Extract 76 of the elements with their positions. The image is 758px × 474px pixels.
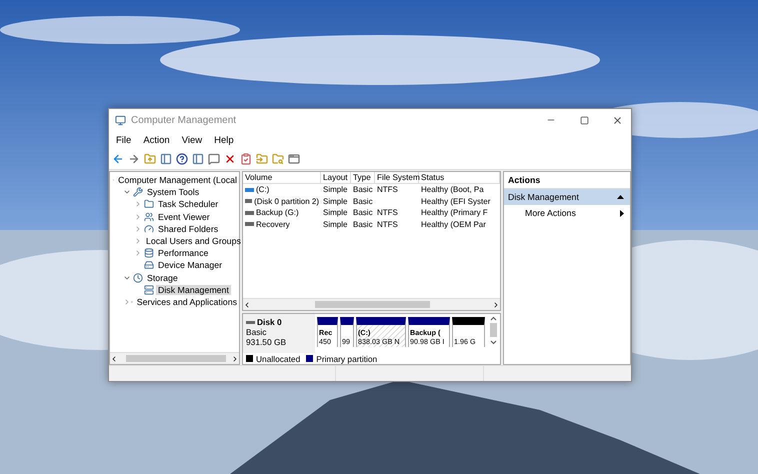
tree-item[interactable]: Task Scheduler — [156, 199, 220, 210]
menu-item[interactable]: Help — [214, 134, 234, 146]
horizontal-scrollbar[interactable] — [110, 352, 239, 364]
delete-icon[interactable] — [224, 153, 236, 165]
expand-chevron-icon[interactable] — [134, 212, 142, 221]
maximize-icon[interactable] — [580, 116, 588, 124]
scroll-left-icon[interactable] — [110, 354, 118, 362]
action-item[interactable]: More Actions — [504, 205, 630, 221]
legend-label: Unallocated — [256, 354, 300, 364]
table-cell: Recovery — [243, 220, 321, 229]
comment-icon[interactable] — [208, 153, 220, 165]
table-cell-text: Simple — [322, 196, 348, 206]
scroll-left-icon[interactable] — [243, 300, 251, 308]
table-cell: Backup (G:) — [243, 208, 321, 218]
disk-type: Basic — [246, 327, 268, 337]
table-cell-text: Healthy (Boot, Pa — [420, 185, 485, 194]
menu-item[interactable]: Action — [143, 134, 170, 146]
close-icon[interactable] — [612, 114, 622, 126]
table-cell-text: Basic — [352, 208, 374, 218]
table-cell-text: Simple — [322, 185, 348, 194]
table-cell-text: Basic — [352, 185, 374, 194]
column-header[interactable]: Layout — [321, 172, 351, 183]
tree-item[interactable]: System Tools — [145, 187, 202, 198]
table-cell-text: NTFS — [376, 185, 399, 194]
forward-icon[interactable] — [128, 153, 140, 165]
panel-icon[interactable] — [160, 153, 172, 165]
tree-item[interactable]: Storage — [145, 272, 180, 283]
legend-label: Primary partition — [316, 354, 378, 364]
scroll-right-icon[interactable] — [492, 300, 500, 308]
column-header[interactable]: Status — [419, 172, 500, 183]
tree-item[interactable]: Disk Management — [156, 284, 231, 295]
collapse-icon[interactable] — [617, 195, 624, 199]
tree-item[interactable]: Event Viewer — [156, 212, 212, 222]
tree-item[interactable]: Services and Applications — [134, 296, 239, 307]
folder-up-icon[interactable] — [144, 153, 156, 165]
disk-name: Disk 0 — [246, 317, 312, 327]
menu-item[interactable]: View — [182, 134, 202, 146]
app-icon — [115, 114, 126, 126]
expand-chevron-icon[interactable] — [123, 298, 131, 306]
submenu-arrow-icon — [620, 210, 624, 216]
tree-item[interactable]: Device Manager — [156, 260, 224, 270]
table-cell-text: NTFS — [376, 220, 399, 229]
menu-item[interactable]: File — [116, 134, 132, 146]
table-cell-text: Simple — [322, 220, 348, 229]
panel-icon[interactable] — [192, 153, 204, 165]
table-cell-text: NTFS — [376, 208, 399, 218]
expand-chevron-icon[interactable] — [134, 237, 142, 246]
help-icon[interactable] — [176, 153, 188, 165]
actions-section[interactable]: Disk Management — [504, 189, 630, 205]
properties-icon[interactable] — [240, 153, 252, 165]
table-cell: (C:) — [243, 185, 321, 194]
table-cell: (Disk 0 partition 2) — [243, 196, 321, 206]
table-cell-text: Simple — [322, 208, 348, 218]
expand-chevron-icon[interactable] — [134, 249, 142, 258]
tree-item[interactable]: Computer Management (Local — [116, 175, 239, 186]
horizontal-scrollbar[interactable] — [243, 298, 500, 310]
column-header[interactable]: Volume — [243, 172, 321, 183]
expand-chevron-icon[interactable] — [134, 224, 142, 233]
tree-item[interactable]: Performance — [156, 248, 210, 258]
tree-item[interactable]: Shared Folders — [156, 224, 220, 234]
folder-arrow-icon[interactable] — [256, 153, 268, 165]
folder-search-icon[interactable] — [272, 153, 284, 165]
window-icon[interactable] — [288, 153, 300, 165]
column-header[interactable]: File System — [375, 172, 419, 183]
table-cell-text: Basic — [352, 196, 374, 206]
table-cell-text: Healthy (Primary F — [420, 208, 489, 218]
disk-size: 931.50 GB — [246, 337, 288, 347]
table-cell-text: Healthy (EFI Syster — [420, 196, 492, 206]
tree-item[interactable]: Local Users and Groups — [144, 236, 243, 246]
column-header[interactable]: Type — [351, 172, 375, 183]
table-cell-text: Basic — [352, 220, 374, 229]
table-cell-text: Healthy (OEM Par — [420, 220, 487, 229]
window-title: Computer Management — [131, 114, 238, 126]
scroll-right-icon[interactable] — [231, 354, 239, 362]
back-icon[interactable] — [112, 153, 124, 165]
expand-chevron-icon[interactable] — [134, 200, 142, 208]
